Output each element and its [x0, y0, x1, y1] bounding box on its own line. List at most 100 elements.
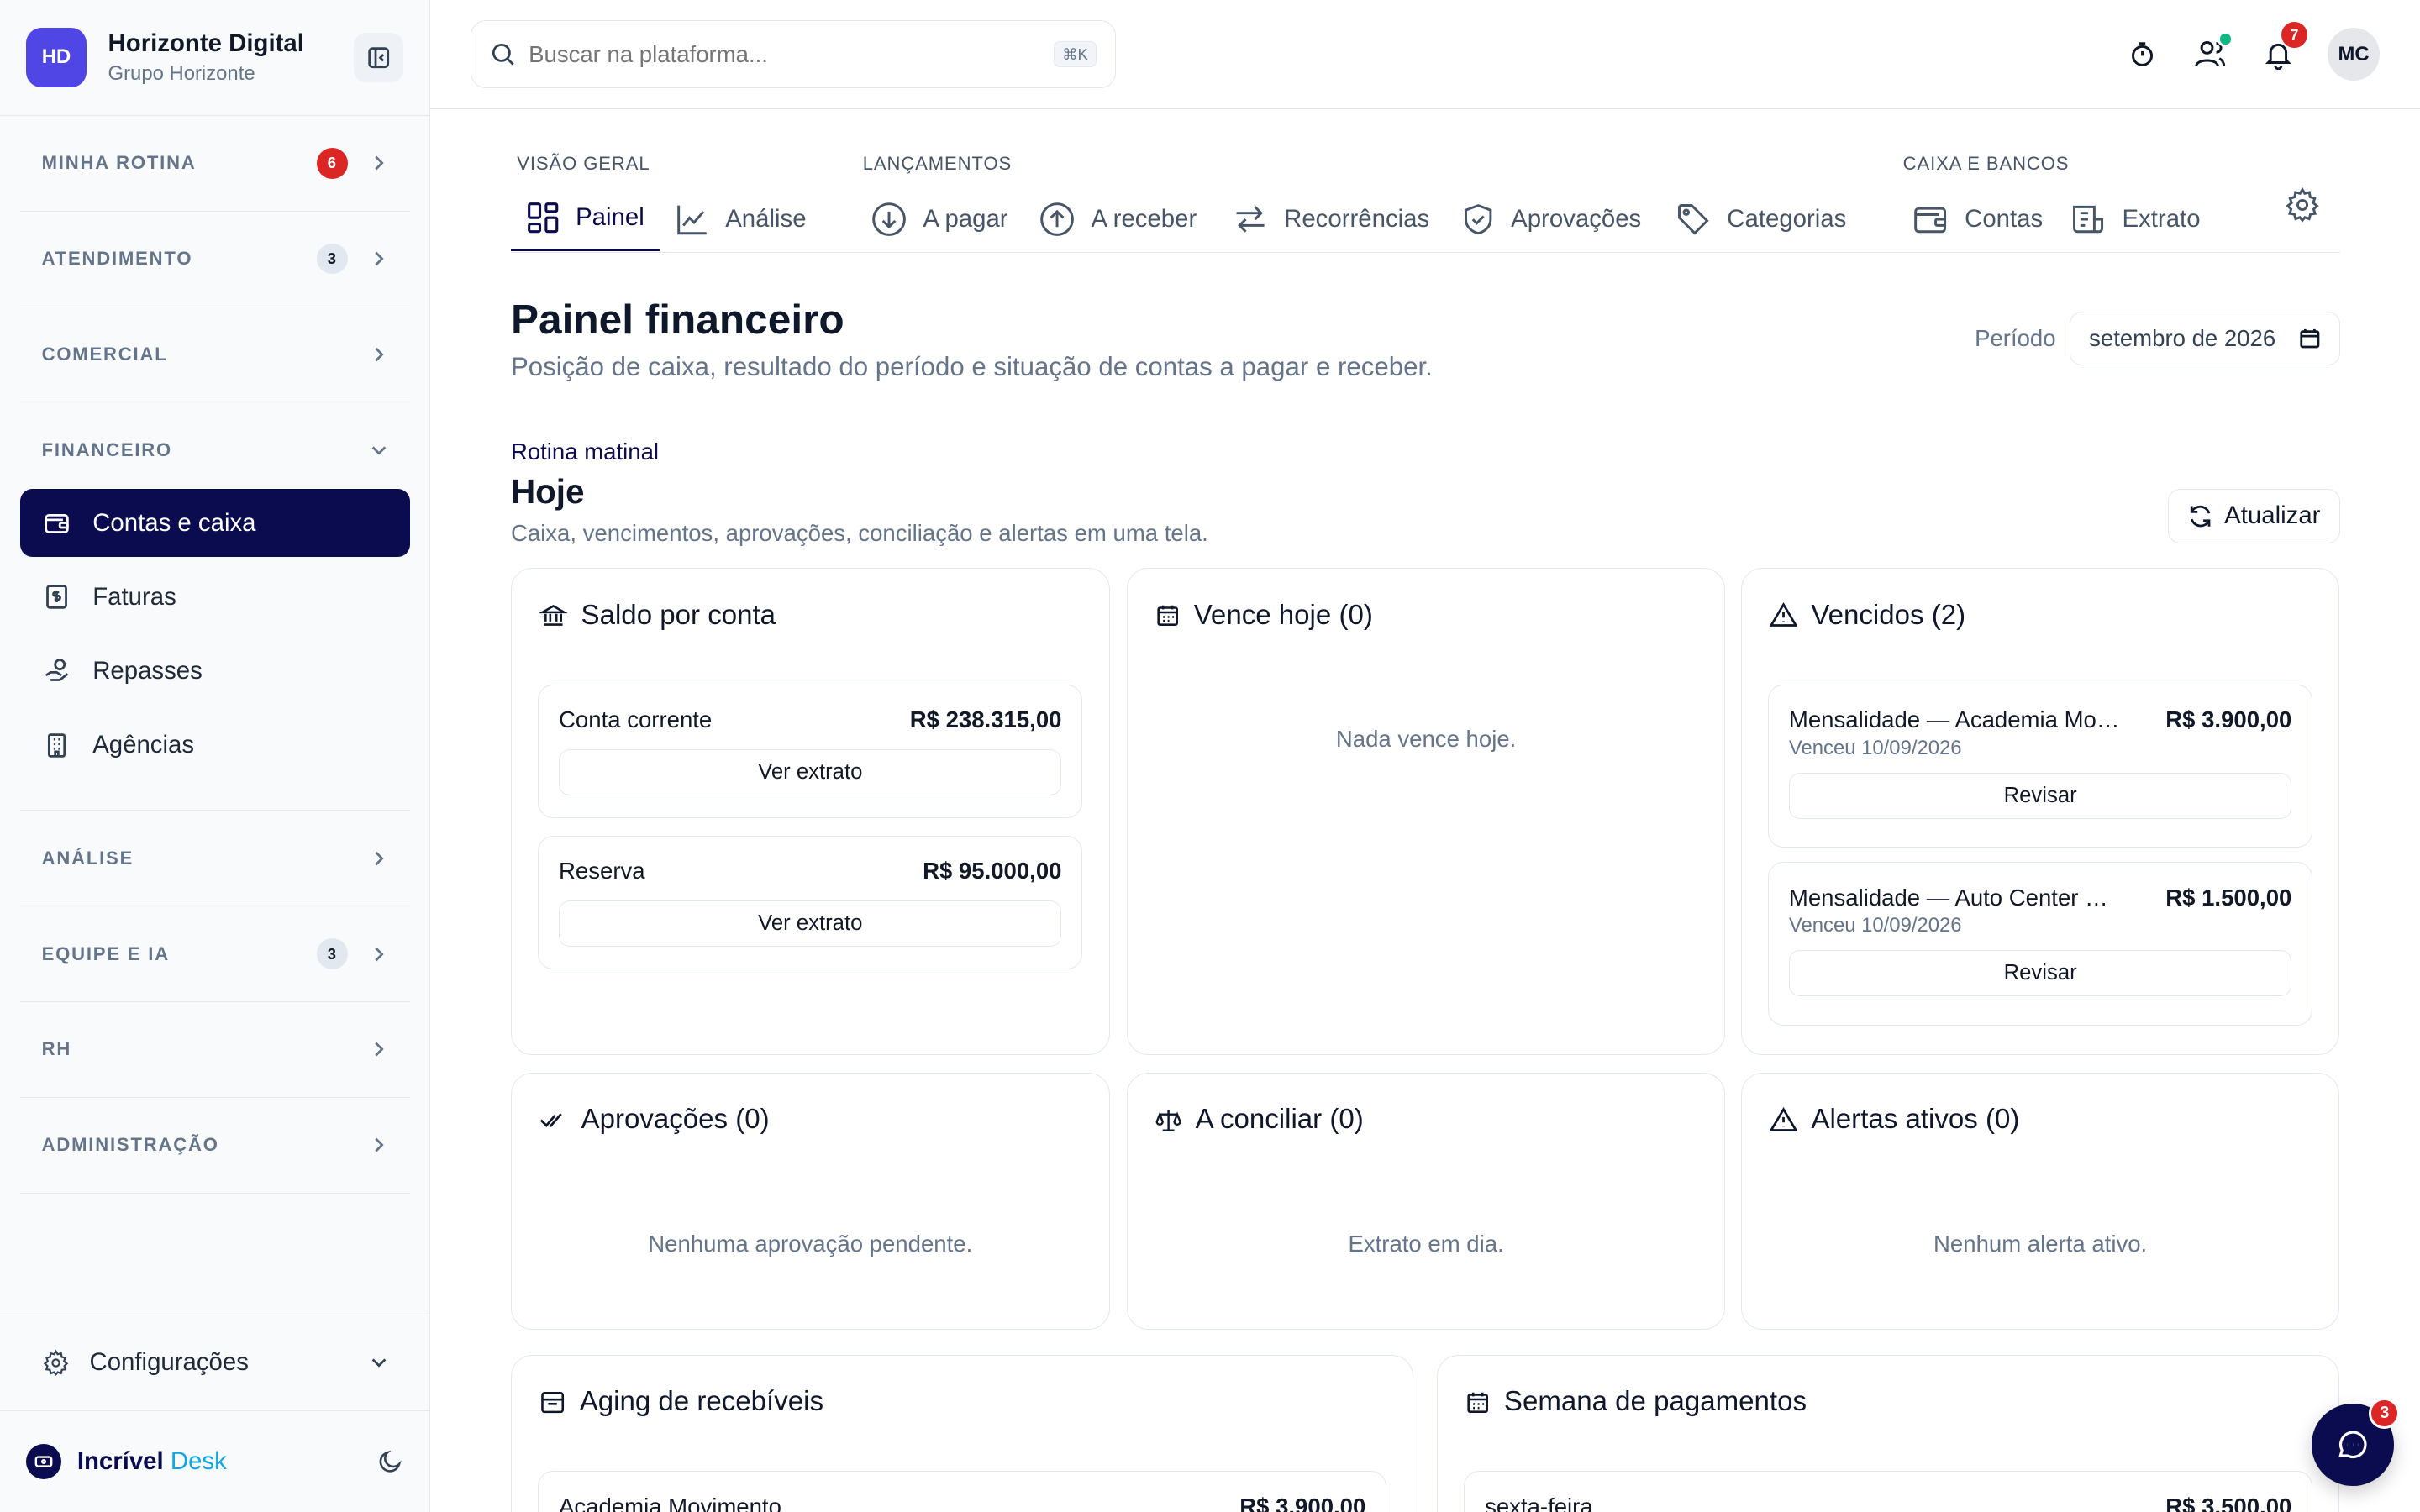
calendar-icon — [2300, 329, 2320, 349]
overdue-row: Mensalidade — Auto Center Horizonte R$ 1… — [1789, 885, 2291, 911]
card-title: Aprovações (0) — [539, 1104, 770, 1136]
financeiro-header[interactable]: FINANCEIRO — [20, 402, 410, 489]
warning-triangle-icon — [1769, 601, 1797, 629]
chevron-right-icon — [375, 851, 384, 865]
review-button[interactable]: Revisar — [1788, 772, 2292, 819]
routine-title: Hoje — [510, 472, 585, 512]
period-month-input[interactable]: setembro de 2026 — [2070, 312, 2340, 366]
tabs-settings-button[interactable] — [2284, 186, 2321, 223]
tab-a-receber[interactable]: A receber — [1039, 186, 1197, 251]
card-title-text: Vencidos (2) — [1811, 599, 1966, 631]
topbar: ⌘K 7 MC — [430, 0, 2420, 110]
sidebar-item-contas-e-caixa[interactable]: Contas e caixa — [19, 489, 410, 558]
sidebar-section-rh[interactable]: RH — [19, 1002, 410, 1098]
tab-aprovacoes[interactable]: Aprovações — [1461, 186, 1641, 251]
card-title: Vencidos (2) — [1769, 599, 1966, 632]
tab-a-pagar[interactable]: A pagar — [871, 186, 1008, 251]
sidebar-section-financeiro: FINANCEIRO Contas e caixa Faturas Repass… — [19, 402, 410, 811]
building-icon — [42, 730, 73, 761]
tab-label: Aprovações — [1511, 204, 1642, 233]
wallet-icon — [1912, 201, 1949, 238]
tab-recorrencias[interactable]: Recorrências — [1232, 186, 1429, 251]
arrow-down-circle-icon — [871, 201, 908, 238]
card-title: A conciliar (0) — [1155, 1104, 1364, 1136]
gear-icon — [42, 1349, 70, 1377]
section-label: MINHA ROTINA — [41, 152, 197, 174]
tab-label: Extrato — [2122, 204, 2201, 233]
brand-logo: HD — [26, 27, 87, 88]
week-amount: R$ 3.500,00 — [2165, 1494, 2292, 1512]
notifications-button[interactable]: 7 — [2260, 22, 2307, 73]
sidebar-item-agencias[interactable]: Agências — [20, 711, 410, 780]
empty-state: Nenhum alerta ativo. — [1933, 1230, 2148, 1257]
card-a-conciliar: A conciliar (0) Extrato em dia. — [1126, 1072, 1726, 1331]
page-title: Painel financeiro — [510, 295, 844, 343]
tab-label: Painel — [576, 203, 644, 232]
tab-contas[interactable]: Contas — [1912, 186, 2043, 251]
count-badge: 6 — [317, 147, 349, 179]
tab-categorias[interactable]: Categorias — [1675, 186, 1846, 251]
shield-check-icon — [1461, 202, 1495, 236]
configuracoes-menu[interactable]: Configurações — [0, 1314, 430, 1410]
tag-icon — [1675, 201, 1712, 238]
search-icon — [490, 41, 516, 67]
tab-analise[interactable]: Análise — [676, 186, 807, 251]
view-statement-button[interactable]: Ver extrato — [559, 900, 1062, 947]
theme-toggle-button[interactable] — [377, 1448, 403, 1474]
period-label: Período — [1975, 325, 2056, 352]
search-box[interactable]: ⌘K — [471, 20, 1116, 89]
gear-icon — [2286, 187, 2320, 223]
card-title-text: Semana de pagamentos — [1503, 1386, 1807, 1418]
chevron-right-icon — [375, 251, 384, 266]
overdue-amount: R$ 3.900,00 — [2165, 706, 2292, 733]
card-title-text: A conciliar (0) — [1195, 1104, 1364, 1136]
sidebar-section-equipe-e-ia[interactable]: EQUIPE E IA 3 — [19, 906, 410, 1002]
refresh-button[interactable]: Atualizar — [2168, 489, 2340, 543]
overdue-date: Venceu 10/09/2026 — [1788, 914, 1962, 937]
aging-row: Academia Movimento R$ 3.900,00 — [559, 1494, 1365, 1512]
card-title-text: Saldo por conta — [581, 599, 776, 631]
card-title: Saldo por conta — [539, 600, 776, 632]
sidebar-section-administracao[interactable]: ADMINISTRAÇÃO — [19, 1098, 410, 1194]
sidebar-item-label: Agências — [92, 731, 195, 759]
main-area: ⌘K 7 MC VISÃO GERAL LANÇAMENTOS CAIXA E … — [430, 0, 2420, 1512]
chat-support-button[interactable]: 3 — [2312, 1398, 2401, 1486]
tab-painel[interactable]: Painel — [510, 186, 660, 252]
card-title-text: Vence hoje (0) — [1193, 599, 1373, 631]
account-item: Reserva R$ 95.000,00 Ver extrato — [538, 835, 1083, 970]
card-title-text: Aging de recebíveis — [579, 1386, 823, 1418]
chevron-down-icon — [371, 1358, 387, 1368]
empty-state: Nenhuma aprovação pendente. — [648, 1230, 973, 1257]
sidebar-section-comercial[interactable]: COMERCIAL — [19, 307, 410, 403]
tab-label: Análise — [725, 204, 807, 233]
chevron-right-icon — [375, 1137, 384, 1152]
search-input[interactable] — [529, 40, 1054, 68]
sidebar-item-label: Faturas — [92, 582, 176, 611]
week-item: sexta-feira R$ 3.500,00 — [1464, 1471, 2313, 1512]
sidebar-item-repasses[interactable]: Repasses — [20, 638, 410, 706]
receipt-icon — [2070, 201, 2107, 238]
account-row: Conta corrente R$ 238.315,00 — [559, 706, 1061, 733]
stopwatch-icon — [2131, 42, 2153, 67]
sidebar-section-atendimento[interactable]: ATENDIMENTO 3 — [19, 212, 410, 307]
wallet-icon — [42, 507, 73, 538]
sidebar-section-analise[interactable]: ANÁLISE — [19, 811, 410, 907]
collapse-sidebar-button[interactable] — [354, 32, 404, 82]
sidebar-section-minha-rotina[interactable]: MINHA ROTINA 6 — [19, 116, 410, 212]
view-statement-button[interactable]: Ver extrato — [559, 748, 1062, 795]
team-presence-button[interactable] — [2191, 31, 2233, 73]
page-subtitle: Posição de caixa, resultado do período e… — [510, 351, 1433, 381]
overdue-amount: R$ 1.500,00 — [2165, 884, 2292, 911]
account-balance: R$ 95.000,00 — [923, 858, 1062, 885]
review-button[interactable]: Revisar — [1788, 949, 2292, 997]
tab-extrato[interactable]: Extrato — [2070, 186, 2201, 251]
sidebar-item-faturas[interactable]: Faturas — [20, 563, 410, 631]
week-day: sexta-feira — [1485, 1494, 1593, 1512]
account-name: Conta corrente — [559, 706, 713, 733]
user-avatar[interactable]: MC — [2327, 28, 2381, 81]
tab-label: A pagar — [923, 204, 1008, 233]
card-title-text: Alertas ativos (0) — [1811, 1104, 2020, 1136]
chat-bubble-icon — [2338, 1431, 2367, 1459]
timer-button[interactable] — [2123, 36, 2160, 73]
section-label: ADMINISTRAÇÃO — [41, 1134, 219, 1156]
